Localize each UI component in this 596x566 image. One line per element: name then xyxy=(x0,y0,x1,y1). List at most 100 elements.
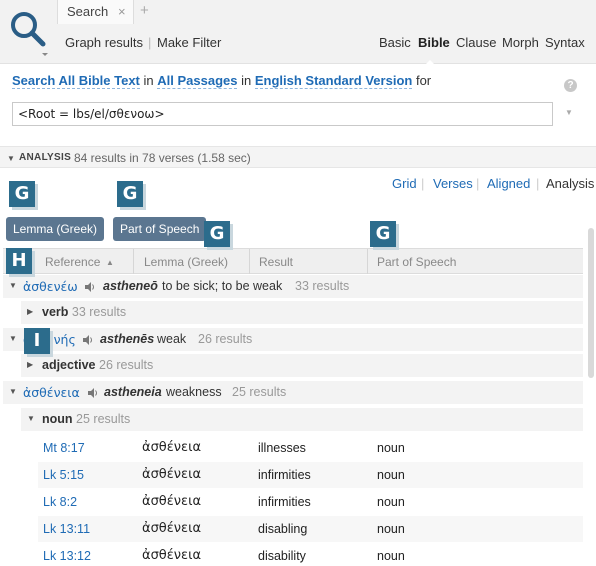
part-of-speech: noun xyxy=(377,495,405,509)
table-row[interactable]: Lk 13:12 ἀσθένεια disability noun xyxy=(38,543,583,566)
pos-label: adjective xyxy=(42,358,96,372)
greek-word: ἀσθένεια xyxy=(142,467,202,482)
table-row[interactable]: Lk 8:2 ἀσθένεια infirmities noun xyxy=(38,489,583,516)
help-icon[interactable]: ? xyxy=(564,79,577,92)
tab-search[interactable]: Search × xyxy=(57,0,134,24)
greek-word: ἀσθένεια xyxy=(142,494,202,509)
expand-arrow-icon[interactable]: ▶ xyxy=(27,307,33,316)
lemma-group-row[interactable]: ▼ ἀσθένεια astheneia weakness 25 results xyxy=(3,381,583,405)
view-separator: | xyxy=(536,176,540,191)
transliteration: astheneia xyxy=(104,385,162,399)
table-row[interactable]: Mt 8:17 ἀσθένεια illnesses noun xyxy=(38,435,583,462)
results-summary: 84 results in 78 verses (1.58 sec) xyxy=(74,151,251,165)
expand-arrow-icon[interactable]: ▼ xyxy=(9,334,17,343)
part-of-speech: noun xyxy=(377,441,405,455)
close-icon[interactable]: × xyxy=(118,4,126,19)
result-count: 26 results xyxy=(198,332,253,346)
gloss: to be sick; to be weak xyxy=(162,279,283,293)
column-reference[interactable]: Reference xyxy=(45,255,100,269)
reference-link[interactable]: Lk 13:12 xyxy=(43,549,91,563)
greek-word: ἀσθένεια xyxy=(142,521,202,536)
view-grid[interactable]: Grid xyxy=(392,176,417,191)
column-result[interactable]: Result xyxy=(259,255,293,269)
expand-arrow-icon[interactable]: ▶ xyxy=(27,360,33,369)
selected-mode-indicator xyxy=(426,60,434,64)
result-count: 25 results xyxy=(76,412,131,426)
result-word: disabling xyxy=(258,522,308,536)
lemma-link[interactable]: ἀσθενέω xyxy=(23,279,78,294)
lemma-group-row[interactable]: ▼ ἀσθενής asthenēs weak 26 results xyxy=(3,328,583,352)
expand-arrow-icon[interactable]: ▼ xyxy=(9,387,17,396)
part-of-speech: noun xyxy=(377,522,405,536)
expand-arrow-icon[interactable]: ▼ xyxy=(9,281,17,290)
result-count: 33 results xyxy=(295,279,350,293)
mode-basic[interactable]: Basic xyxy=(379,35,411,50)
make-filter-button[interactable]: Make Filter xyxy=(157,35,221,50)
scrollbar-thumb[interactable] xyxy=(588,228,594,378)
speaker-icon[interactable] xyxy=(87,387,99,399)
group-pill-lemma[interactable]: Lemma (Greek) xyxy=(6,217,105,241)
speaker-icon[interactable] xyxy=(82,334,94,346)
version-link[interactable]: English Standard Version xyxy=(254,73,413,89)
transliteration: asthenēs xyxy=(100,332,155,346)
mode-bible[interactable]: Bible xyxy=(418,35,450,50)
expand-arrow-icon[interactable]: ▼ xyxy=(27,414,35,423)
reference-link[interactable]: Lk 13:11 xyxy=(43,522,90,536)
analysis-header: ▼ ANALYSIS 84 results in 78 verses (1.58… xyxy=(0,146,596,168)
marker-h: H xyxy=(6,248,32,274)
collapse-arrow-icon[interactable]: ▼ xyxy=(7,154,15,163)
chevron-down-icon[interactable]: ▼ xyxy=(565,108,573,117)
marker-g: G xyxy=(117,181,143,207)
search-icon[interactable] xyxy=(8,8,48,58)
greek-word: ἀσθένεια xyxy=(142,440,202,455)
sort-arrow-icon[interactable]: ▲ xyxy=(106,258,114,267)
pos-group-row[interactable]: ▼ noun 25 results xyxy=(21,408,583,432)
lemma-group-row[interactable]: ▼ ἀσθενέω astheneō to be sick; to be wea… xyxy=(3,275,583,299)
tab-search-label: Search xyxy=(67,4,109,19)
pos-name: noun 25 results xyxy=(42,412,130,426)
mode-clause[interactable]: Clause xyxy=(456,35,496,50)
greek-word: ἀσθένεια xyxy=(142,548,202,563)
search-scope-link[interactable]: Search All Bible Text xyxy=(12,73,140,89)
passages-link[interactable]: All Passages xyxy=(157,73,238,89)
view-verses[interactable]: Verses xyxy=(433,176,473,191)
column-divider xyxy=(249,249,250,274)
mode-morph[interactable]: Morph xyxy=(502,35,539,50)
top-toolbar: Search × + Graph results | Make Filter B… xyxy=(0,0,596,64)
view-aligned[interactable]: Aligned xyxy=(487,176,530,191)
result-count: 25 results xyxy=(232,385,287,399)
group-pill-part-of-speech[interactable]: Part of Speech xyxy=(113,217,207,241)
query-word-in: in xyxy=(143,73,154,88)
table-header: Reference ▲ Lemma (Greek) Result Part of… xyxy=(3,248,583,274)
lemma-link[interactable]: ἀσθένεια xyxy=(23,385,80,400)
view-separator: | xyxy=(476,176,480,191)
marker-g: G xyxy=(370,221,396,247)
table-row[interactable]: Lk 13:11 ἀσθένεια disabling noun xyxy=(38,516,583,543)
part-of-speech: noun xyxy=(377,549,405,563)
mode-syntax[interactable]: Syntax xyxy=(545,35,585,50)
query-word-in: in xyxy=(241,73,252,88)
pos-group-row[interactable]: ▶ adjective 26 results xyxy=(21,354,583,378)
view-separator: | xyxy=(421,176,425,191)
result-word: disability xyxy=(258,549,306,563)
reference-link[interactable]: Mt 8:17 xyxy=(43,441,85,455)
speaker-icon[interactable] xyxy=(84,281,96,293)
result-count: 33 results xyxy=(71,305,127,319)
table-row[interactable]: Lk 5:15 ἀσθένεια infirmities noun xyxy=(38,462,583,489)
column-divider xyxy=(367,249,368,274)
reference-link[interactable]: Lk 5:15 xyxy=(43,468,84,482)
pos-name: adjective 26 results xyxy=(42,358,153,372)
marker-g: G xyxy=(9,181,35,207)
search-input[interactable]: <Root = lbs/el/σθενοω> xyxy=(12,102,553,126)
result-word: infirmities xyxy=(258,495,311,509)
pos-group-row[interactable]: ▶ verb 33 results xyxy=(21,301,583,325)
result-word: infirmities xyxy=(258,468,311,482)
graph-results-button[interactable]: Graph results xyxy=(65,35,143,50)
add-tab-icon[interactable]: + xyxy=(140,2,149,19)
view-analysis[interactable]: Analysis xyxy=(546,176,594,191)
reference-link[interactable]: Lk 8:2 xyxy=(43,495,77,509)
pos-label: verb xyxy=(42,305,69,319)
column-lemma[interactable]: Lemma (Greek) xyxy=(144,255,228,269)
column-part-of-speech[interactable]: Part of Speech xyxy=(377,255,456,269)
result-word: illnesses xyxy=(258,441,306,455)
